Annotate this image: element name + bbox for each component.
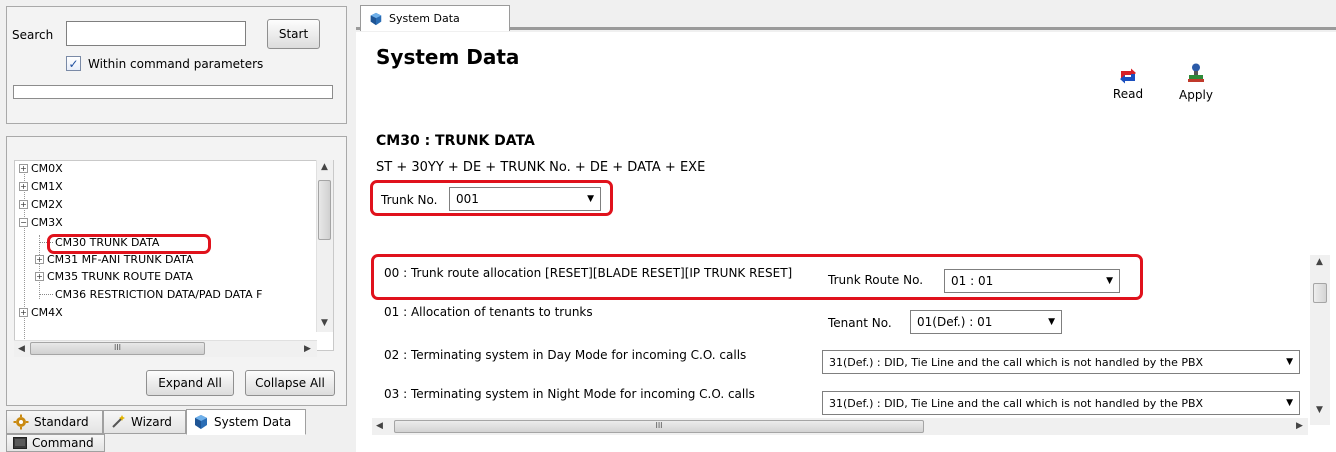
tree-item-label: CM2X: [31, 198, 63, 211]
tree-selection-highlight: [47, 234, 211, 254]
terminal-icon: [13, 437, 27, 449]
tree-item-label: CM31 MF-ANI TRUNK DATA: [47, 253, 194, 266]
stamp-icon: [1188, 63, 1204, 82]
expand-all-button[interactable]: Expand All: [146, 370, 234, 396]
command-title: CM30 : TRUNK DATA: [376, 133, 535, 149]
chevron-down-icon: ▼: [1048, 317, 1055, 327]
check-icon: ✓: [68, 56, 79, 71]
day-mode-value: 31(Def.) : DID, Tie Line and the call wh…: [829, 355, 1204, 369]
tree-item-cm0x[interactable]: + CM0X: [19, 161, 63, 176]
expand-icon[interactable]: +: [19, 164, 28, 173]
tab-standard[interactable]: Standard: [6, 410, 103, 434]
tree-connector: [39, 294, 53, 295]
tree-item-cm36[interactable]: CM36 RESTRICTION DATA/PAD DATA F: [39, 287, 263, 302]
trunk-no-highlight: [370, 180, 613, 216]
command-formula: ST + 30YY + DE + TRUNK No. + DE + DATA +…: [376, 160, 706, 175]
tree-item-cm3x[interactable]: − CM3X: [19, 215, 63, 230]
tab-command[interactable]: Command: [6, 434, 105, 452]
tab-system-data[interactable]: System Data: [186, 409, 306, 435]
tree-item-cm35[interactable]: + CM35 TRUNK ROUTE DATA: [35, 269, 193, 284]
chevron-down-icon: ▼: [1286, 398, 1293, 408]
gear-icon: [13, 414, 29, 430]
scroll-left-icon[interactable]: ◀: [18, 344, 25, 354]
tree-horizontal-scroll-thumb[interactable]: III: [30, 342, 205, 355]
apply-label: Apply: [1179, 88, 1213, 102]
search-label: Search: [12, 28, 54, 42]
tab-label: Standard: [34, 415, 89, 429]
tree-item-label: CM4X: [31, 306, 63, 319]
search-input[interactable]: [66, 21, 246, 46]
apply-button[interactable]: Apply: [1172, 63, 1220, 102]
content-horizontal-scroll-thumb[interactable]: III: [394, 420, 924, 433]
tree-item-cm2x[interactable]: + CM2X: [19, 197, 63, 212]
night-mode-terminating-select[interactable]: 31(Def.) : DID, Tie Line and the call wh…: [822, 391, 1300, 415]
collapse-icon[interactable]: −: [19, 218, 28, 227]
tab-system-data-document[interactable]: System Data: [360, 5, 510, 31]
collapse-all-button[interactable]: Collapse All: [245, 370, 335, 396]
within-parameters-label: Within command parameters: [88, 57, 264, 71]
content-vertical-scrollbar[interactable]: ▲ ▼: [1310, 255, 1330, 425]
scroll-right-icon[interactable]: ▶: [1296, 421, 1303, 431]
expand-icon[interactable]: +: [19, 308, 28, 317]
wand-icon: [112, 415, 125, 428]
tree-item-label: CM3X: [31, 216, 63, 229]
scroll-down-icon[interactable]: ▼: [1316, 405, 1323, 415]
expand-icon[interactable]: +: [35, 255, 44, 264]
content-vertical-scroll-thumb[interactable]: [1313, 283, 1327, 303]
cube-icon: [195, 415, 207, 429]
refresh-icon: [1120, 68, 1136, 84]
day-mode-terminating-select[interactable]: 31(Def.) : DID, Tie Line and the call wh…: [822, 350, 1300, 374]
row-01-label: 01 : Allocation of tenants to trunks: [384, 305, 593, 319]
chevron-down-icon: ▼: [1286, 357, 1293, 367]
expand-icon[interactable]: +: [19, 200, 28, 209]
tenant-no-select[interactable]: 01(Def.) : 01 ▼: [910, 310, 1062, 334]
tab-label: System Data: [389, 12, 460, 25]
cube-icon: [370, 12, 382, 25]
scroll-grip-icon: III: [655, 421, 663, 430]
scroll-left-icon[interactable]: ◀: [376, 421, 383, 431]
scroll-down-icon[interactable]: ▼: [321, 318, 328, 328]
tenant-no-label: Tenant No.: [828, 316, 892, 330]
tree-item-cm31[interactable]: + CM31 MF-ANI TRUNK DATA: [35, 252, 193, 267]
page-title: System Data: [376, 45, 520, 69]
scroll-right-icon[interactable]: ▶: [304, 344, 311, 354]
tree-item-label: CM36 RESTRICTION DATA/PAD DATA F: [55, 288, 263, 301]
row-02-label: 02 : Terminating system in Day Mode for …: [384, 348, 747, 362]
within-parameters-checkbox[interactable]: ✓: [66, 56, 81, 71]
tree-item-label: CM1X: [31, 180, 63, 193]
tenant-no-value: 01(Def.) : 01: [917, 315, 993, 329]
start-button[interactable]: Start: [267, 19, 320, 49]
row-03-label: 03 : Terminating system in Night Mode fo…: [384, 387, 755, 401]
command-tree: + CM0X + CM1X + CM2X − CM3X CM30 TRUNK D…: [14, 160, 334, 351]
scroll-up-icon[interactable]: ▲: [1316, 257, 1323, 267]
tab-wizard[interactable]: Wizard: [103, 410, 186, 434]
scroll-up-icon[interactable]: ▲: [321, 162, 328, 172]
trunk-route-highlight: [371, 254, 1143, 300]
tree-vertical-scroll-thumb[interactable]: [318, 180, 331, 240]
expand-icon[interactable]: +: [35, 272, 44, 281]
tree-item-label: CM0X: [31, 162, 63, 175]
read-label: Read: [1112, 87, 1144, 101]
tree-item-cm4x[interactable]: + CM4X: [19, 305, 63, 320]
expand-icon[interactable]: +: [19, 182, 28, 191]
tab-label: System Data: [214, 415, 292, 429]
scroll-grip-icon: III: [113, 343, 122, 352]
night-mode-value: 31(Def.) : DID, Tie Line and the call wh…: [829, 396, 1204, 410]
tab-label: Command: [32, 436, 94, 450]
tab-label: Wizard: [131, 415, 172, 429]
read-button[interactable]: Read: [1108, 68, 1148, 101]
tree-item-cm1x[interactable]: + CM1X: [19, 179, 63, 194]
tree-item-label: CM35 TRUNK ROUTE DATA: [47, 270, 193, 283]
search-progress-bar: [13, 85, 333, 99]
